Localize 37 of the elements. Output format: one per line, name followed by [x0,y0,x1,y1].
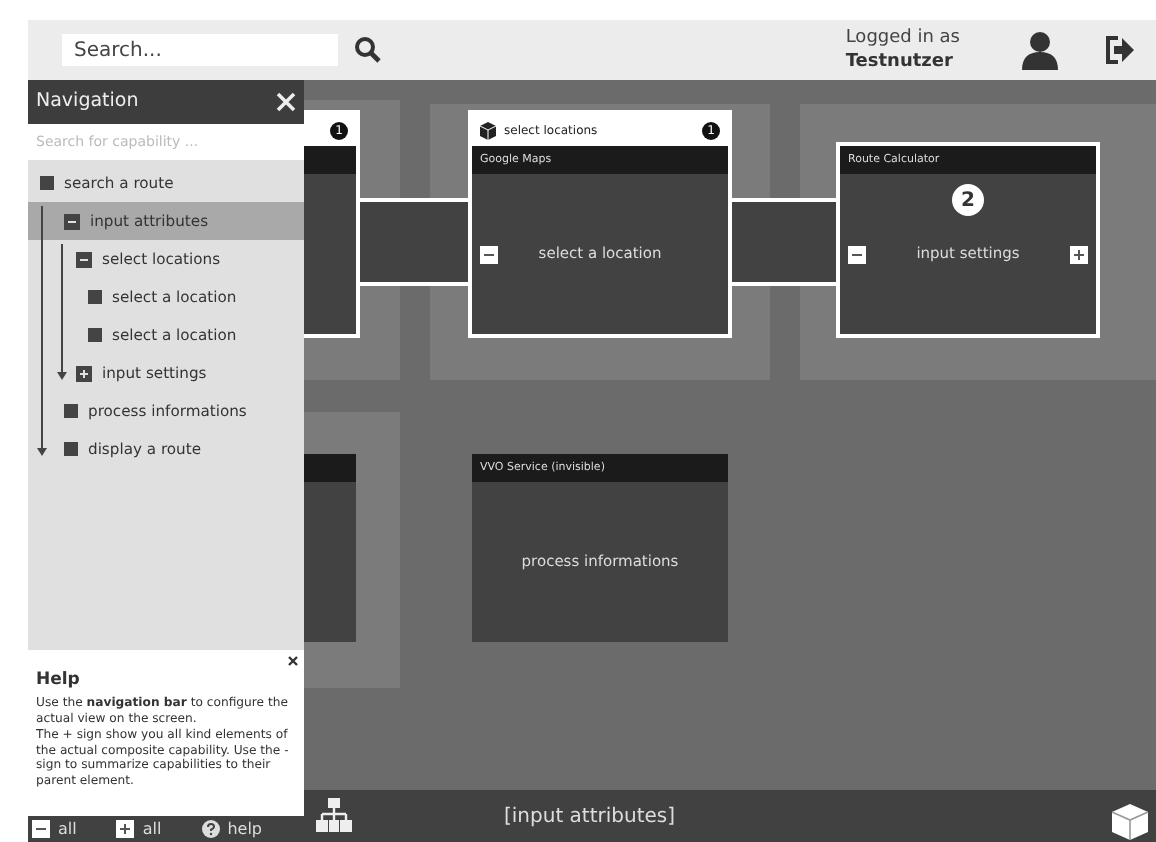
node-header [304,146,356,174]
search-icon[interactable] [354,36,382,64]
square-icon [88,290,102,304]
plus-icon[interactable] [1070,245,1088,263]
capability-node[interactable] [304,454,356,642]
square-icon [64,442,78,456]
connector [728,198,840,286]
login-label: Logged in as [845,25,960,50]
help-button[interactable]: help [201,820,263,838]
search-field[interactable]: Search... [62,34,338,66]
expand-all-button[interactable]: all [116,820,162,838]
collapse-icon[interactable] [76,251,92,267]
step-number: 2 [952,184,984,216]
minus-icon[interactable] [848,245,866,263]
username: Testnutzer [845,50,955,75]
hierarchy-icon[interactable] [316,798,352,834]
minus-icon[interactable] [480,245,498,263]
square-icon [88,328,102,342]
arrow-icon [56,244,68,380]
node-header [304,454,356,482]
arrow-icon [36,206,48,456]
plus-icon [116,820,135,838]
square-icon [64,404,78,418]
user-icon[interactable] [1020,30,1060,70]
square-icon [40,176,54,190]
collapse-icon[interactable] [64,213,80,229]
expand-icon[interactable] [76,365,92,381]
minus-icon [32,820,50,838]
cube-icon[interactable] [1110,802,1150,842]
connector [356,198,472,286]
logout-icon[interactable] [1104,34,1136,66]
help-title: Help [36,668,82,694]
panel-title: Navigation [36,87,139,116]
breadcrumb: [input attributes] [504,803,676,831]
cube-icon [480,121,496,139]
close-icon[interactable] [288,656,298,666]
collapse-all-button[interactable]: all [32,820,77,838]
